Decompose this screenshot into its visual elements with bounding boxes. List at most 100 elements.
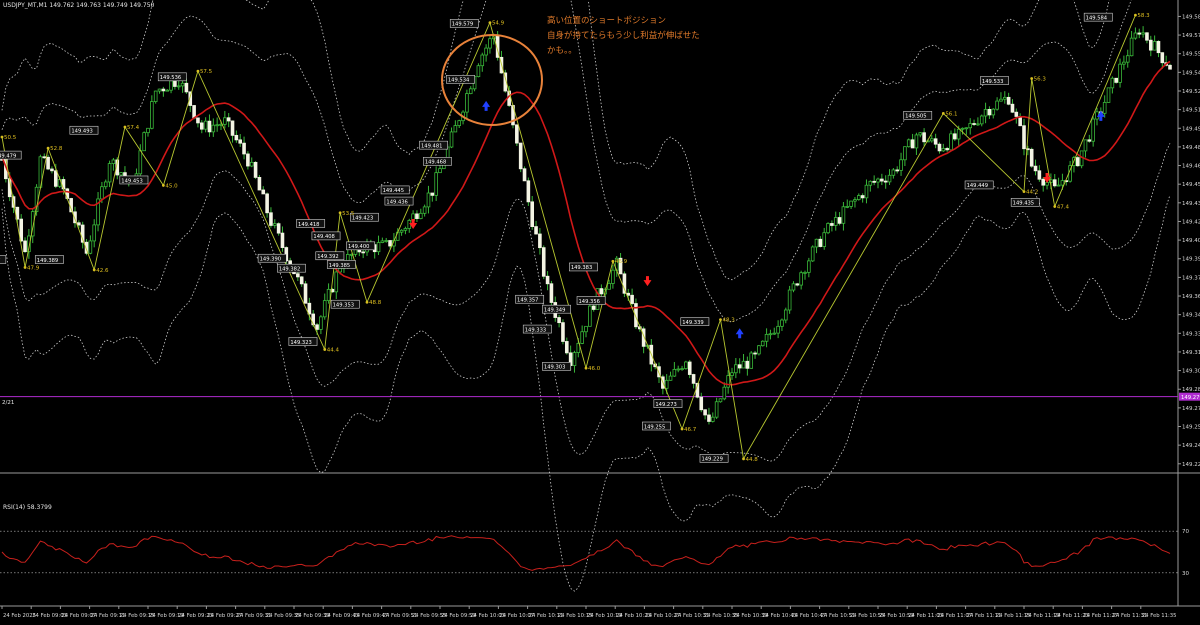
candle-body-down	[415, 213, 419, 219]
candle-body-up	[814, 238, 819, 248]
candle-body-down	[987, 109, 992, 116]
candle-body-up	[680, 368, 684, 370]
candle-body-up	[1056, 184, 1061, 187]
zigzag-price-label: 149.383	[569, 262, 598, 272]
candle	[999, 92, 1003, 102]
candle-body-down	[1168, 64, 1172, 70]
zigzag-price-text: 149.390	[260, 257, 281, 263]
annotation-line-2: 自身が持てたらもう少し利益が伸ばせた	[547, 31, 700, 41]
candle	[668, 371, 673, 381]
candle	[937, 142, 942, 154]
price-tick-label: 149.420	[1182, 219, 1200, 225]
candle-body-up	[457, 120, 462, 126]
candle-body-down	[307, 302, 312, 315]
zigzag-price-text: 149.356	[579, 299, 600, 305]
candle-body-down	[1137, 32, 1142, 35]
candle	[991, 108, 996, 119]
candle-body-up	[810, 246, 815, 262]
candle-body-up	[165, 89, 170, 92]
candle	[883, 175, 888, 189]
zigzag-point	[1134, 13, 1137, 17]
zigzag-point	[611, 259, 615, 263]
zigzag-price-text: 149.536	[160, 75, 181, 81]
candle-body-up	[949, 133, 953, 151]
zigzag-price-text: 149.357	[517, 298, 538, 304]
candle-body-up	[760, 340, 765, 347]
zigzag-price-text: 149.333	[525, 327, 546, 333]
candle	[983, 102, 988, 124]
candle	[1022, 118, 1026, 156]
candle	[50, 166, 54, 174]
candle-body-up	[107, 163, 112, 183]
candle-body-up	[764, 333, 769, 342]
candle	[818, 236, 823, 248]
candle-body-up	[803, 271, 807, 274]
price-chart[interactable]: 149.585 149.570 149.555 149.540 149.525 149.5…	[0, 0, 1200, 621]
candle-body-up	[1002, 96, 1007, 100]
candle	[272, 219, 277, 229]
candle-body-up	[876, 178, 880, 183]
candle	[564, 337, 569, 355]
candle	[899, 152, 903, 176]
candle	[876, 177, 880, 189]
candle-body-down	[699, 396, 704, 411]
candle	[799, 270, 803, 290]
candle-body-up	[841, 206, 846, 224]
candle-body-up	[453, 125, 458, 133]
zigzag-price-label: 149.229	[699, 454, 729, 463]
candle	[760, 340, 765, 347]
candle-body-up	[856, 195, 861, 200]
candle	[422, 204, 427, 217]
candle	[457, 119, 462, 128]
zigzag-price-label: 149.436	[384, 196, 414, 205]
candle	[23, 237, 27, 253]
candle	[783, 307, 788, 324]
candle	[914, 132, 919, 156]
candle	[384, 237, 389, 243]
zigzag-price-label: 149.468	[423, 157, 452, 166]
candle	[434, 166, 438, 201]
candle	[1122, 55, 1126, 70]
zigzag-point	[719, 318, 722, 322]
zigzag-price-text: 149.353	[333, 303, 354, 309]
candle	[299, 276, 304, 287]
candle	[276, 222, 281, 236]
candle	[403, 226, 408, 235]
zigzag-price-text: 149.584	[1086, 15, 1108, 21]
candle-body-down	[880, 178, 884, 182]
zigzag-price-label: 149.505	[903, 111, 933, 120]
price-tick-label: 149.225	[1182, 462, 1200, 468]
zigzag-price-label: 149.423	[350, 212, 379, 222]
candle	[910, 133, 915, 149]
candle	[361, 248, 365, 259]
candle-body-up	[334, 271, 339, 293]
candle-body-up	[484, 47, 488, 56]
candle	[880, 173, 884, 186]
candle-body-up	[964, 127, 969, 130]
candle-body-up	[153, 90, 158, 102]
candle	[476, 63, 481, 78]
candle	[426, 185, 431, 214]
candle-body-up	[572, 352, 577, 366]
candle	[837, 212, 842, 226]
candle-body-up	[176, 85, 181, 88]
price-tick-label: 149.555	[1182, 52, 1200, 58]
candle	[211, 118, 216, 137]
zigzag-point	[742, 457, 745, 461]
candle	[238, 134, 243, 147]
candle	[718, 398, 723, 403]
candle-body-up	[138, 150, 143, 175]
candle-body-up	[780, 319, 784, 327]
price-tick-label: 149.360	[1182, 294, 1200, 300]
zigzag-price-text: 149.389	[37, 258, 58, 264]
zigzag-price-text: 149.579	[452, 22, 473, 28]
zigzag-point	[365, 300, 369, 304]
candle	[641, 326, 646, 354]
candle	[1129, 30, 1134, 57]
candle-body-down	[1148, 39, 1153, 51]
candle-body-up	[1141, 32, 1145, 35]
zigzag-price-text: 149.481	[421, 143, 442, 149]
candle	[680, 365, 684, 371]
level-value-label: 149.279	[1181, 395, 1200, 401]
price-tick-label: 149.300	[1182, 369, 1200, 375]
